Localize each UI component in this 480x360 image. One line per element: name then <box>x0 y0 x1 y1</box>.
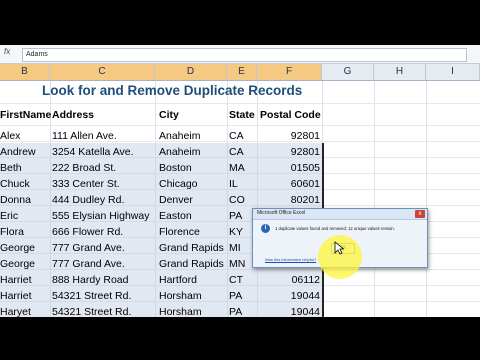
column-header-b[interactable]: B <box>0 64 50 80</box>
excel-window: fx Adams B C D E F G H I Look for and Re… <box>0 45 480 317</box>
mouse-pointer-icon <box>334 241 344 255</box>
cell-address[interactable]: 444 Dudley Rd. <box>52 194 124 206</box>
cell-firstname[interactable]: Harriet <box>0 274 32 286</box>
cell-city[interactable]: Horsham <box>159 306 202 317</box>
column-headers: B C D E F G H I <box>0 64 480 81</box>
header-firstname[interactable]: FirstName <box>0 109 51 121</box>
cell-state[interactable]: CO <box>229 194 245 206</box>
cell-address[interactable]: 777 Grand Ave. <box>52 258 125 270</box>
cell-postal-code[interactable]: 06112 <box>262 274 320 286</box>
cell-firstname[interactable]: Alex <box>0 130 20 142</box>
cell-postal-code[interactable]: 19044 <box>262 306 320 317</box>
letterbox-bottom <box>0 317 480 360</box>
cell-address[interactable]: 3254 Katella Ave. <box>52 146 134 158</box>
cell-state[interactable]: MA <box>229 162 245 174</box>
close-icon[interactable]: x <box>415 210 425 218</box>
cell-state[interactable]: MN <box>229 258 245 270</box>
cell-city[interactable]: Florence <box>159 226 200 238</box>
column-header-f[interactable]: F <box>257 64 322 80</box>
cell-state[interactable]: CA <box>229 146 244 158</box>
header-address[interactable]: Address <box>52 109 94 121</box>
info-icon: i <box>261 224 270 233</box>
cell-firstname[interactable]: Beth <box>0 162 22 174</box>
cell-firstname[interactable]: George <box>0 258 35 270</box>
cell-address[interactable]: 888 Hardy Road <box>52 274 128 286</box>
cell-state[interactable]: KY <box>229 226 243 238</box>
dialog-message: 1 duplicate values found and removed; 12… <box>275 226 395 231</box>
cell-city[interactable]: Horsham <box>159 290 202 302</box>
sheet-grid[interactable]: Look for and Remove Duplicate Records Fi… <box>0 81 480 317</box>
cell-state[interactable]: CT <box>229 274 243 286</box>
column-header-e[interactable]: E <box>227 64 257 80</box>
cell-city[interactable]: Anaheim <box>159 130 200 142</box>
cell-city[interactable]: Chicago <box>159 178 198 190</box>
cell-state[interactable]: MI <box>229 242 241 254</box>
cell-state[interactable]: PA <box>229 306 242 317</box>
sheet-title: Look for and Remove Duplicate Records <box>42 83 303 98</box>
column-header-c[interactable]: C <box>50 64 155 80</box>
screen: fx Adams B C D E F G H I Look for and Re… <box>0 0 480 360</box>
dialog-title: Microsoft Office Excel <box>257 210 306 216</box>
cell-address[interactable]: 666 Flower Rd. <box>52 226 123 238</box>
cell-address[interactable]: 111 Allen Ave. <box>52 130 117 142</box>
cell-postal-code[interactable]: 92801 <box>262 146 320 158</box>
cell-firstname[interactable]: Chuck <box>0 178 30 190</box>
cell-address[interactable]: 555 Elysian Highway <box>52 210 149 222</box>
cell-address[interactable]: 333 Center St. <box>52 178 120 190</box>
letterbox-top <box>0 0 480 45</box>
cell-city[interactable]: Grand Rapids <box>159 242 224 254</box>
cell-city[interactable]: Grand Rapids <box>159 258 224 270</box>
cell-firstname[interactable]: Harriet <box>0 290 32 302</box>
formula-bar: fx Adams <box>0 45 480 64</box>
header-postal-code[interactable]: Postal Code <box>260 109 321 121</box>
column-header-g[interactable]: G <box>322 64 374 80</box>
cell-city[interactable]: Hartford <box>159 274 197 286</box>
cell-firstname[interactable]: Haryet <box>0 306 31 317</box>
column-header-i[interactable]: I <box>426 64 480 80</box>
cell-address[interactable]: 54321 Street Rd. <box>52 306 131 317</box>
dialog-titlebar: Microsoft Office Excel x <box>253 209 427 220</box>
cell-state[interactable]: PA <box>229 290 242 302</box>
cell-address[interactable]: 222 Broad St. <box>52 162 116 174</box>
fx-icon[interactable]: fx <box>4 47 18 60</box>
cell-firstname[interactable]: Donna <box>0 194 31 206</box>
help-link[interactable]: Was this information helpful? <box>265 257 316 262</box>
cell-state[interactable]: IL <box>229 178 238 190</box>
cell-state[interactable]: PA <box>229 210 242 222</box>
cell-postal-code[interactable]: 01505 <box>262 162 320 174</box>
cell-firstname[interactable]: Flora <box>0 226 24 238</box>
header-state[interactable]: State <box>229 109 255 121</box>
cell-city[interactable]: Easton <box>159 210 192 222</box>
cell-postal-code[interactable]: 80201 <box>262 194 320 206</box>
cell-postal-code[interactable]: 92801 <box>262 130 320 142</box>
formula-input[interactable]: Adams <box>22 48 467 62</box>
cell-firstname[interactable]: Andrew <box>0 146 36 158</box>
cell-firstname[interactable]: Eric <box>0 210 18 222</box>
cell-city[interactable]: Anaheim <box>159 146 200 158</box>
cell-firstname[interactable]: George <box>0 242 35 254</box>
header-city[interactable]: City <box>159 109 179 121</box>
column-header-d[interactable]: D <box>155 64 227 80</box>
cell-postal-code[interactable]: 60601 <box>262 178 320 190</box>
cell-address[interactable]: 54321 Street Rd. <box>52 290 131 302</box>
cell-address[interactable]: 777 Grand Ave. <box>52 242 125 254</box>
cell-city[interactable]: Boston <box>159 162 192 174</box>
cell-city[interactable]: Denver <box>159 194 193 206</box>
cell-state[interactable]: CA <box>229 130 244 142</box>
cell-postal-code[interactable]: 19044 <box>262 290 320 302</box>
column-header-h[interactable]: H <box>374 64 426 80</box>
